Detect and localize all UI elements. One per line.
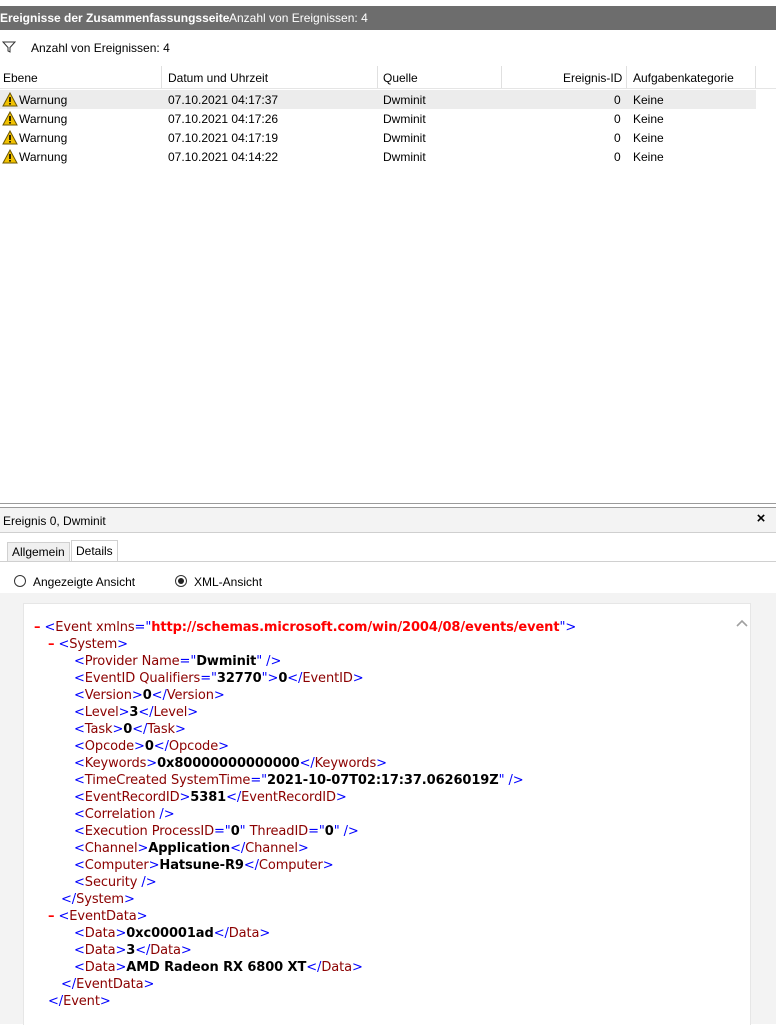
warning-icon [2, 92, 18, 107]
warning-icon [2, 149, 18, 164]
row-datetime: 07.10.2021 04:14:22 [168, 150, 279, 164]
radio-friendly-view[interactable] [14, 575, 26, 587]
row-event-id: 0 [614, 131, 621, 145]
table-row[interactable]: Warnung 07.10.2021 04:17:19 Dwminit 0 Ke… [0, 128, 756, 147]
collapse-toggle[interactable]: – [48, 909, 55, 924]
details-tabs: Allgemein Details [0, 540, 776, 562]
column-divider[interactable] [626, 66, 627, 88]
event-details-header: Ereignis 0, Dwminit × [0, 508, 776, 533]
tab-general[interactable]: Allgemein [7, 542, 70, 561]
grid-header: Ebene Datum und Uhrzeit Quelle Ereignis-… [0, 66, 776, 89]
xml-view-pane[interactable]: – <Event xmlns="http://schemas.microsoft… [23, 603, 751, 1025]
column-divider[interactable] [501, 66, 502, 88]
column-divider[interactable] [377, 66, 378, 88]
row-category: Keine [633, 131, 664, 145]
summary-header-title: Ereignisse der Zusammenfassungsseite [0, 11, 230, 25]
xml-level: <Level>3</Level> [74, 705, 199, 720]
events-grid: Ebene Datum und Uhrzeit Quelle Ereignis-… [0, 66, 776, 176]
column-header-task-category[interactable]: Aufgabenkategorie [633, 71, 734, 85]
xml-provider: <Provider Name="Dwminit" /> [74, 654, 282, 669]
column-header-datetime[interactable]: Datum und Uhrzeit [168, 71, 268, 85]
xml-eventrecordid: <EventRecordID>5381</EventRecordID> [74, 790, 347, 805]
column-divider[interactable] [755, 66, 756, 88]
row-event-id: 0 [614, 112, 621, 126]
event-details-title: Ereignis 0, Dwminit [3, 514, 106, 528]
table-row[interactable]: Warnung 07.10.2021 04:17:37 Dwminit 0 Ke… [0, 90, 756, 109]
row-datetime: 07.10.2021 04:17:19 [168, 131, 279, 145]
xml-eventdata-open: – <EventData> [48, 909, 148, 924]
xml-correlation: <Correlation /> [74, 807, 175, 822]
close-icon[interactable]: × [754, 511, 768, 527]
row-level: Warnung [19, 131, 68, 145]
xml-channel: <Channel>Application</Channel> [74, 841, 309, 856]
table-row[interactable]: Warnung 07.10.2021 04:14:22 Dwminit 0 Ke… [0, 147, 756, 166]
row-datetime: 07.10.2021 04:17:37 [168, 93, 279, 107]
xml-task: <Task>0</Task> [74, 722, 186, 737]
xml-event-close: </Event> [48, 994, 111, 1009]
xml-security: <Security /> [74, 875, 157, 890]
xml-eventid: <EventID Qualifiers="32770">0</EventID> [74, 671, 364, 686]
row-source: Dwminit [383, 150, 426, 164]
row-level: Warnung [19, 112, 68, 126]
collapse-toggle[interactable]: – [48, 637, 55, 652]
row-event-id: 0 [614, 93, 621, 107]
xml-system-close: </System> [61, 892, 135, 907]
row-source: Dwminit [383, 131, 426, 145]
xml-data: <Data>3</Data> [74, 943, 192, 958]
pane-splitter[interactable] [0, 503, 776, 504]
xml-computer: <Computer>Hatsune-R9</Computer> [74, 858, 334, 873]
radio-xml-view[interactable] [175, 575, 187, 587]
warning-icon [2, 111, 18, 126]
xml-system-open: – <System> [48, 637, 128, 652]
warning-icon [2, 130, 18, 145]
row-source: Dwminit [383, 93, 426, 107]
view-mode-selector: Angezeigte Ansicht XML-Ansicht [0, 572, 776, 592]
filter-event-count: Anzahl von Ereignissen: 4 [31, 41, 170, 55]
xml-timecreated: <TimeCreated SystemTime="2021-10-07T02:1… [74, 773, 524, 788]
row-category: Keine [633, 112, 664, 126]
xml-eventdata-close: </EventData> [61, 977, 155, 992]
tab-underline [0, 561, 776, 562]
xml-execution: <Execution ProcessID="0" ThreadID="0" /> [74, 824, 359, 839]
xml-opcode: <Opcode>0</Opcode> [74, 739, 229, 754]
row-level: Warnung [19, 93, 68, 107]
row-category: Keine [633, 93, 664, 107]
xml-data: <Data>AMD Radeon RX 6800 XT</Data> [74, 960, 363, 975]
collapse-toggle[interactable]: – [34, 620, 41, 635]
table-row[interactable]: Warnung 07.10.2021 04:17:26 Dwminit 0 Ke… [0, 109, 756, 128]
xml-event-open: – <Event xmlns="http://schemas.microsoft… [34, 620, 577, 635]
row-source: Dwminit [383, 112, 426, 126]
column-divider[interactable] [161, 66, 162, 88]
row-category: Keine [633, 150, 664, 164]
column-header-source[interactable]: Quelle [383, 71, 418, 85]
row-level: Warnung [19, 150, 68, 164]
column-header-event-id[interactable]: Ereignis-ID [563, 71, 622, 85]
scroll-up-icon[interactable] [735, 617, 749, 631]
column-header-level[interactable]: Ebene [3, 71, 38, 85]
filter-icon[interactable] [2, 40, 16, 54]
tab-details[interactable]: Details [71, 540, 118, 562]
summary-header-count: Anzahl von Ereignissen: 4 [229, 11, 368, 25]
xml-data: <Data>0xc00001ad</Data> [74, 926, 271, 941]
radio-xml-view-label[interactable]: XML-Ansicht [194, 575, 262, 589]
xml-keywords: <Keywords>0x80000000000000</Keywords> [74, 756, 387, 771]
summary-header-bar: Ereignisse der Zusammenfassungsseite Anz… [0, 6, 776, 30]
filter-row: Anzahl von Ereignissen: 4 [0, 36, 776, 58]
xml-version: <Version>0</Version> [74, 688, 225, 703]
row-datetime: 07.10.2021 04:17:26 [168, 112, 279, 126]
row-event-id: 0 [614, 150, 621, 164]
radio-friendly-view-label[interactable]: Angezeigte Ansicht [33, 575, 135, 589]
